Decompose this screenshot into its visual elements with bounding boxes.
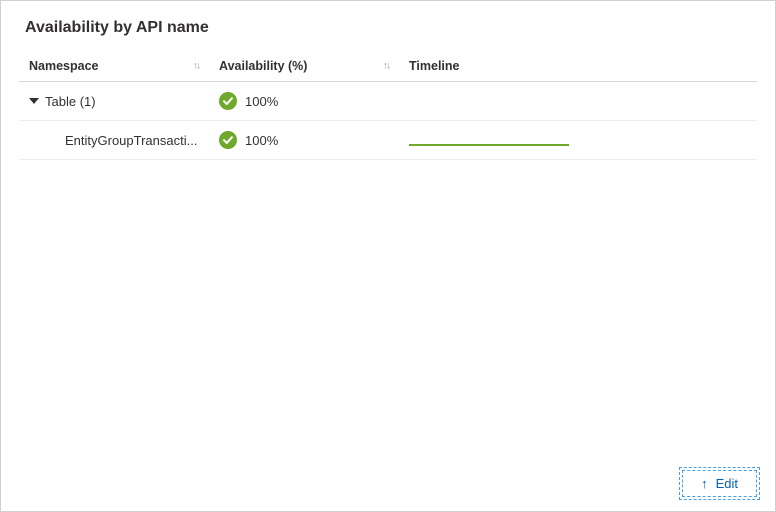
api-name: EntityGroupTransacti... [29,133,197,148]
col-header-namespace[interactable]: Namespace ↑↓ [19,51,209,82]
sparkline [409,144,569,146]
availability-value: 100% [245,133,278,148]
timeline-cell [399,121,757,160]
edit-button-label: Edit [716,476,738,491]
col-header-label: Namespace [29,59,99,73]
sort-icon: ↑↓ [193,61,199,72]
arrow-up-icon: ↑ [701,477,708,490]
panel-title: Availability by API name [19,19,757,37]
group-label: Table (1) [45,94,96,109]
table-group-row[interactable]: Table (1) 100% [19,82,757,121]
col-header-timeline[interactable]: Timeline [399,51,757,82]
col-header-availability[interactable]: Availability (%) ↑↓ [209,51,399,82]
col-header-label: Timeline [409,59,459,73]
availability-table: Namespace ↑↓ Availability (%) ↑↓ Timelin… [19,51,757,160]
availability-panel: Availability by API name Namespace ↑↓ Av… [0,0,776,512]
table-row[interactable]: EntityGroupTransacti... 100% [19,121,757,160]
caret-down-icon [29,98,39,104]
availability-value: 100% [245,94,278,109]
edit-button[interactable]: ↑ Edit [682,470,757,497]
sort-icon: ↑↓ [383,61,389,72]
table-header-row: Namespace ↑↓ Availability (%) ↑↓ Timelin… [19,51,757,82]
timeline-cell [399,82,757,121]
check-circle-icon [219,131,237,149]
col-header-label: Availability (%) [219,59,307,73]
check-circle-icon [219,92,237,110]
